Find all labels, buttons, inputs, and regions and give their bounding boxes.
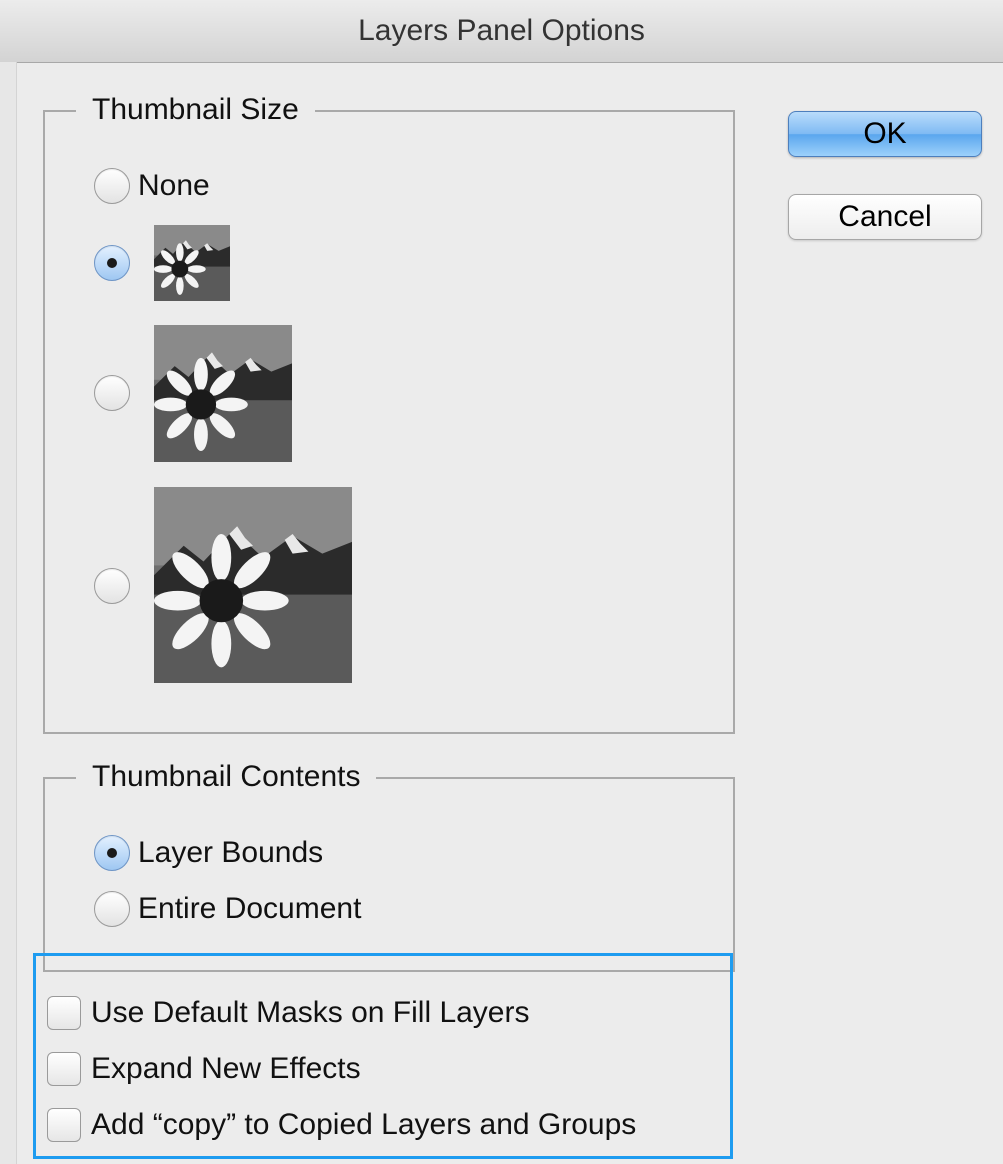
thumbnail-medium-preview — [154, 325, 292, 462]
radio-thumbnail-none[interactable] — [94, 168, 130, 204]
ok-button[interactable]: OK — [788, 111, 982, 157]
thumbnail-contents-group — [43, 777, 735, 972]
sunflower-image-large — [154, 487, 352, 683]
thumbnail-contents-entire-document-option[interactable]: Entire Document — [94, 891, 361, 927]
thumbnail-contents-label: Thumbnail Contents — [76, 759, 377, 795]
checkbox-default-masks[interactable] — [47, 996, 81, 1030]
thumbnail-size-label: Thumbnail Size — [76, 92, 315, 128]
expand-effects-label: Expand New Effects — [91, 1052, 361, 1085]
checkbox-row-expand-effects[interactable]: Expand New Effects — [47, 1052, 361, 1086]
thumbnail-contents-layer-bounds-option[interactable]: Layer Bounds — [94, 835, 323, 871]
default-masks-label: Use Default Masks on Fill Layers — [91, 996, 530, 1029]
thumbnail-size-none-option[interactable]: None — [94, 168, 210, 204]
radio-layer-bounds[interactable] — [94, 835, 130, 871]
entire-document-label: Entire Document — [138, 892, 362, 925]
thumbnail-small-preview — [154, 225, 230, 301]
thumbnail-size-large-option[interactable] — [94, 568, 130, 604]
thumbnail-none-label: None — [138, 169, 210, 202]
sunflower-image-medium — [154, 325, 292, 462]
cancel-button[interactable]: Cancel — [788, 194, 982, 240]
radio-thumbnail-small[interactable] — [94, 245, 130, 281]
window-left-edge — [0, 62, 17, 1164]
radio-entire-document[interactable] — [94, 891, 130, 927]
radio-thumbnail-large[interactable] — [94, 568, 130, 604]
checkbox-row-default-masks[interactable]: Use Default Masks on Fill Layers — [47, 996, 530, 1030]
thumbnail-size-small-option[interactable] — [94, 245, 130, 281]
checkbox-row-add-copy[interactable]: Add “copy” to Copied Layers and Groups — [47, 1108, 636, 1142]
add-copy-label: Add “copy” to Copied Layers and Groups — [91, 1108, 637, 1141]
thumbnail-large-preview — [154, 487, 352, 683]
checkbox-add-copy[interactable] — [47, 1108, 81, 1142]
radio-thumbnail-medium[interactable] — [94, 375, 130, 411]
sunflower-image-small — [154, 225, 230, 301]
dialog-title: Layers Panel Options — [358, 14, 645, 47]
thumbnail-size-medium-option[interactable] — [94, 375, 130, 411]
layer-bounds-label: Layer Bounds — [138, 836, 324, 869]
checkbox-expand-effects[interactable] — [47, 1052, 81, 1086]
dialog-titlebar: Layers Panel Options — [0, 0, 1003, 63]
